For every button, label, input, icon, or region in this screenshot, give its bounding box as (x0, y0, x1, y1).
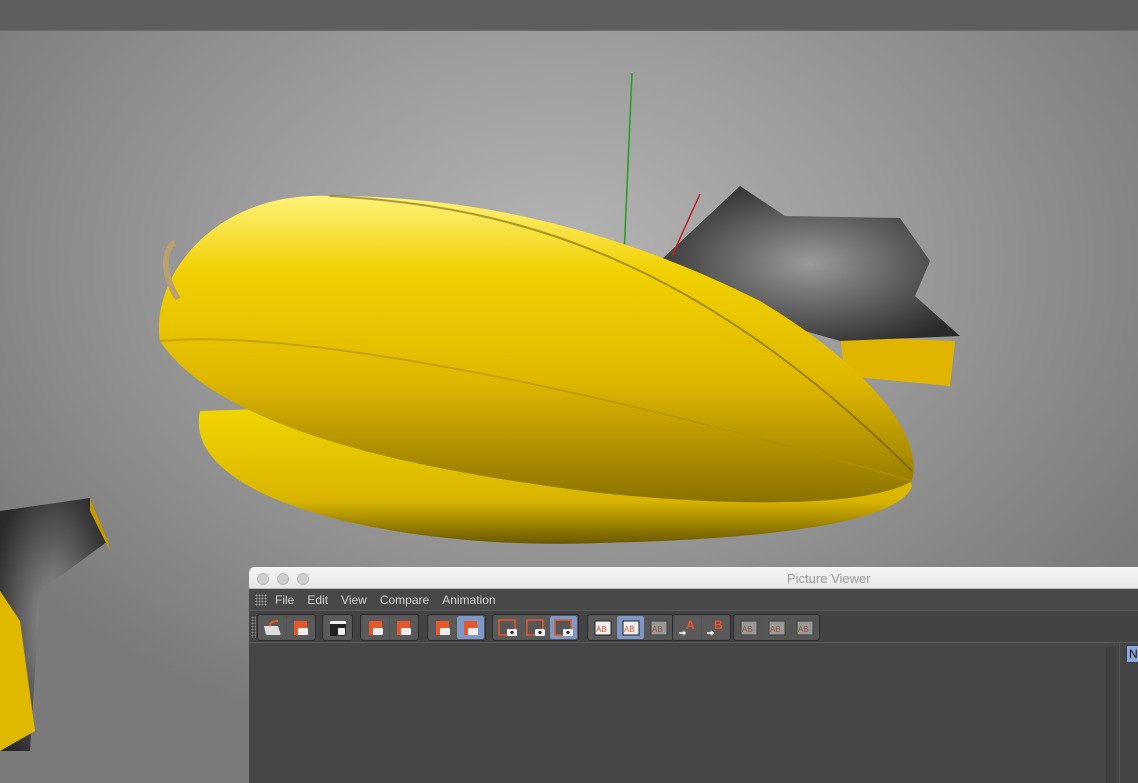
render-clapper-button[interactable] (324, 616, 351, 639)
set-b-icon: B (706, 618, 723, 636)
toolbar-group: AB (672, 614, 731, 641)
save-as-icon (293, 620, 308, 635)
menu-view[interactable]: View (341, 593, 367, 607)
toolbar-group (322, 614, 353, 641)
side-panel-tab[interactable]: N (1126, 645, 1138, 663)
svg-text:AB: AB (742, 625, 753, 634)
ab-grid-icon: AB (768, 620, 785, 635)
side-panel: N (1119, 643, 1138, 783)
import-sequence-icon (368, 620, 383, 635)
import-sequence-button[interactable] (362, 616, 389, 639)
ab-split-icon: AB (622, 620, 639, 635)
svg-text:AB: AB (652, 625, 663, 634)
open-folder-icon (263, 619, 281, 635)
ab-grid-button[interactable]: AB (763, 616, 790, 639)
channels-view-icon (553, 618, 573, 636)
svg-text:AB: AB (596, 625, 607, 634)
ab-difference-button[interactable]: AB (645, 616, 672, 639)
viewport-header-strip (0, 0, 1138, 31)
ab-list-button[interactable]: AB (791, 616, 818, 639)
ab-list-icon: AB (796, 620, 813, 635)
picture-viewer-window: Picture Viewer File Edit View Compare An… (249, 567, 1138, 783)
svg-text:AB: AB (770, 625, 781, 634)
menu-file[interactable]: File (275, 593, 294, 607)
region-view-button[interactable] (494, 616, 521, 639)
ab-compare-icon: AB (594, 620, 611, 635)
channels-view-button[interactable] (550, 616, 577, 639)
toolbar-group (492, 614, 579, 641)
render-clapper-icon (329, 620, 346, 636)
set-b-button[interactable]: B (702, 616, 729, 639)
title-bar[interactable]: Picture Viewer (249, 567, 1138, 589)
svg-text:B: B (714, 618, 723, 632)
zoom-button[interactable] (297, 573, 309, 585)
delete-icon (435, 620, 450, 635)
svg-text:AB: AB (798, 625, 809, 634)
window-title: Picture Viewer (787, 571, 871, 586)
ab-compare-button[interactable]: AB (589, 616, 616, 639)
ab-swap-button[interactable]: AB (735, 616, 762, 639)
history-layers-icon (463, 620, 478, 635)
vertical-scrollbar[interactable] (1106, 647, 1116, 783)
svg-text:AB: AB (624, 625, 635, 634)
grip-icon[interactable] (255, 593, 267, 606)
region-view-alt-icon (525, 618, 545, 636)
y-axis-gizmo[interactable] (623, 72, 633, 257)
toolbar-group: AB AB AB (587, 614, 674, 641)
menu-bar: File Edit View Compare Animation (249, 589, 1138, 611)
region-view-icon (497, 618, 517, 636)
ab-swap-icon: AB (740, 620, 757, 635)
export-icon (396, 620, 411, 635)
menu-animation[interactable]: Animation (442, 593, 495, 607)
save-as-button[interactable] (287, 616, 314, 639)
open-folder-button[interactable] (259, 616, 286, 639)
export-button[interactable] (390, 616, 417, 639)
close-button[interactable] (257, 573, 269, 585)
toolbar-group (257, 614, 316, 641)
history-layers-button[interactable] (457, 616, 484, 639)
toolbar: AB AB AB A B AB AB AB (249, 611, 1138, 643)
ab-difference-icon: AB (650, 620, 667, 635)
set-a-button[interactable]: A (674, 616, 701, 639)
menu-compare[interactable]: Compare (380, 593, 429, 607)
image-display-area[interactable] (249, 645, 1138, 783)
toolbar-group (360, 614, 419, 641)
minimize-button[interactable] (277, 573, 289, 585)
toolbar-group (427, 614, 486, 641)
star-slice-model-left[interactable] (0, 498, 110, 751)
delete-button[interactable] (429, 616, 456, 639)
menu-edit[interactable]: Edit (307, 593, 328, 607)
set-a-icon: A (678, 618, 695, 636)
toolbar-group: AB AB AB (733, 614, 820, 641)
toolbar-grip-icon[interactable] (251, 616, 256, 638)
svg-text:A: A (686, 618, 695, 632)
ab-split-button[interactable]: AB (617, 616, 644, 639)
region-view-alt-button[interactable] (522, 616, 549, 639)
